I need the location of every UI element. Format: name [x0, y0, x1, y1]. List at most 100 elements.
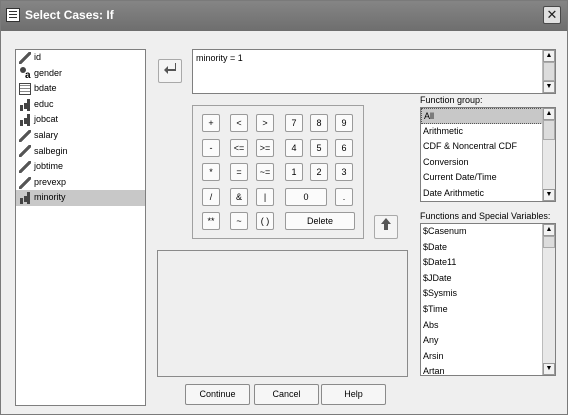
- function-description-area: [157, 250, 408, 377]
- key-minus[interactable]: -: [202, 139, 220, 157]
- key-multiply[interactable]: *: [202, 163, 220, 181]
- key-and[interactable]: &: [230, 188, 248, 206]
- insert-function-button[interactable]: [374, 215, 398, 239]
- key-less-than[interactable]: <: [230, 114, 248, 132]
- variable-label: bdate: [34, 83, 57, 94]
- dialog-app-icon: [6, 8, 20, 22]
- dialog-title: Select Cases: If: [25, 8, 114, 22]
- variable-label: prevexp: [34, 176, 67, 187]
- function-item[interactable]: Arsin: [421, 349, 555, 365]
- function-item[interactable]: $Sysmis: [421, 286, 555, 302]
- nominal-string-icon: [19, 67, 31, 84]
- scroll-down-icon[interactable]: ▼: [543, 189, 555, 201]
- function-item[interactable]: $Time: [421, 302, 555, 318]
- key-5[interactable]: 5: [310, 139, 328, 157]
- key-divide[interactable]: /: [202, 188, 220, 206]
- functions-scrollbar[interactable]: ▲ ▼: [542, 224, 555, 375]
- function-item[interactable]: $Date11: [421, 255, 555, 271]
- variable-item-selected[interactable]: minority: [16, 190, 145, 206]
- key-8[interactable]: 8: [310, 114, 328, 132]
- calculator-keypad: + < > 7 8 9 - <= >= 4 5 6 * = ~= 1 2 3 /…: [192, 105, 364, 239]
- function-group-item[interactable]: Conversion: [421, 155, 555, 171]
- variable-label: gender: [34, 67, 63, 78]
- key-2[interactable]: 2: [310, 163, 328, 181]
- key-less-equal[interactable]: <=: [230, 139, 248, 157]
- variable-item[interactable]: bdate: [16, 81, 145, 97]
- key-equals[interactable]: =: [230, 163, 248, 181]
- function-item[interactable]: $JDate: [421, 271, 555, 287]
- scroll-up-icon[interactable]: ▲: [543, 108, 555, 120]
- key-parentheses[interactable]: ( ): [256, 212, 274, 230]
- key-3[interactable]: 3: [335, 163, 353, 181]
- key-decimal[interactable]: .: [335, 188, 353, 206]
- key-6[interactable]: 6: [335, 139, 353, 157]
- arrow-left-icon: [164, 63, 176, 74]
- function-item[interactable]: Any: [421, 333, 555, 349]
- key-plus[interactable]: +: [202, 114, 220, 132]
- variable-item[interactable]: prevexp: [16, 175, 145, 191]
- scroll-down-icon[interactable]: ▼: [543, 363, 555, 375]
- key-power[interactable]: **: [202, 212, 220, 230]
- key-greater-than[interactable]: >: [256, 114, 274, 132]
- key-not[interactable]: ~: [230, 212, 248, 230]
- variable-item[interactable]: jobcat: [16, 112, 145, 128]
- variable-item[interactable]: educ: [16, 97, 145, 113]
- function-group-item-selected[interactable]: All: [421, 108, 555, 124]
- function-group-item[interactable]: Current Date/Time: [421, 170, 555, 186]
- key-7[interactable]: 7: [285, 114, 303, 132]
- function-group-label: Function group:: [420, 95, 483, 105]
- move-to-expression-button[interactable]: [158, 59, 182, 83]
- scroll-thumb[interactable]: [543, 62, 555, 81]
- function-group-list[interactable]: All Arithmetic CDF & Noncentral CDF Conv…: [420, 107, 556, 202]
- function-item[interactable]: Artan: [421, 364, 555, 380]
- key-0[interactable]: 0: [285, 188, 327, 206]
- continue-button[interactable]: Continue: [185, 384, 250, 405]
- key-or[interactable]: |: [256, 188, 274, 206]
- scroll-up-icon[interactable]: ▲: [543, 50, 555, 62]
- ordinal-icon: [19, 98, 31, 111]
- key-1[interactable]: 1: [285, 163, 303, 181]
- key-4[interactable]: 4: [285, 139, 303, 157]
- variable-label: educ: [34, 98, 54, 109]
- date-icon: [19, 82, 31, 95]
- key-not-equal[interactable]: ~=: [256, 163, 274, 181]
- variable-label: jobtime: [34, 161, 64, 172]
- variable-label: salary: [34, 129, 59, 140]
- functions-label: Functions and Special Variables:: [420, 211, 551, 221]
- function-group-item[interactable]: Date Arithmetic: [421, 186, 555, 202]
- cancel-button[interactable]: Cancel: [254, 384, 319, 405]
- function-item[interactable]: Abs: [421, 318, 555, 334]
- variable-item[interactable]: salbegin: [16, 144, 145, 160]
- scroll-thumb[interactable]: [543, 236, 555, 248]
- key-delete[interactable]: Delete: [285, 212, 355, 230]
- close-icon[interactable]: ✕: [543, 6, 561, 24]
- variable-label: salbegin: [34, 145, 68, 156]
- expression-scrollbar[interactable]: ▲ ▼: [542, 50, 555, 93]
- arrow-up-icon: [381, 218, 391, 230]
- ruler-icon: [19, 145, 31, 158]
- variable-item[interactable]: id: [16, 50, 145, 66]
- function-item[interactable]: $Date: [421, 240, 555, 256]
- variable-item[interactable]: salary: [16, 128, 145, 144]
- expression-text: minority = 1: [196, 53, 243, 63]
- select-cases-dialog: Select Cases: If ✕ id gender bdate educ …: [0, 0, 568, 415]
- ordinal-icon: [19, 192, 31, 205]
- scroll-up-icon[interactable]: ▲: [543, 224, 555, 236]
- expression-textarea[interactable]: minority = 1 ▲ ▼: [192, 49, 556, 94]
- scroll-thumb[interactable]: [543, 120, 555, 140]
- ordinal-icon: [19, 114, 31, 127]
- function-group-scrollbar[interactable]: ▲ ▼: [542, 108, 555, 201]
- key-9[interactable]: 9: [335, 114, 353, 132]
- variable-label: jobcat: [34, 114, 59, 125]
- function-group-item[interactable]: Arithmetic: [421, 124, 555, 140]
- variable-item[interactable]: jobtime: [16, 159, 145, 175]
- function-group-item[interactable]: CDF & Noncentral CDF: [421, 139, 555, 155]
- variable-label: minority: [34, 192, 66, 203]
- scroll-down-icon[interactable]: ▼: [543, 81, 555, 93]
- functions-list[interactable]: $Casenum $Date $Date11 $JDate $Sysmis $T…: [420, 223, 556, 376]
- function-item[interactable]: $Casenum: [421, 224, 555, 240]
- key-greater-equal[interactable]: >=: [256, 139, 274, 157]
- help-button[interactable]: Help: [321, 384, 386, 405]
- variable-item[interactable]: gender: [16, 66, 145, 84]
- variable-list[interactable]: id gender bdate educ jobcat salary salbe…: [15, 49, 146, 406]
